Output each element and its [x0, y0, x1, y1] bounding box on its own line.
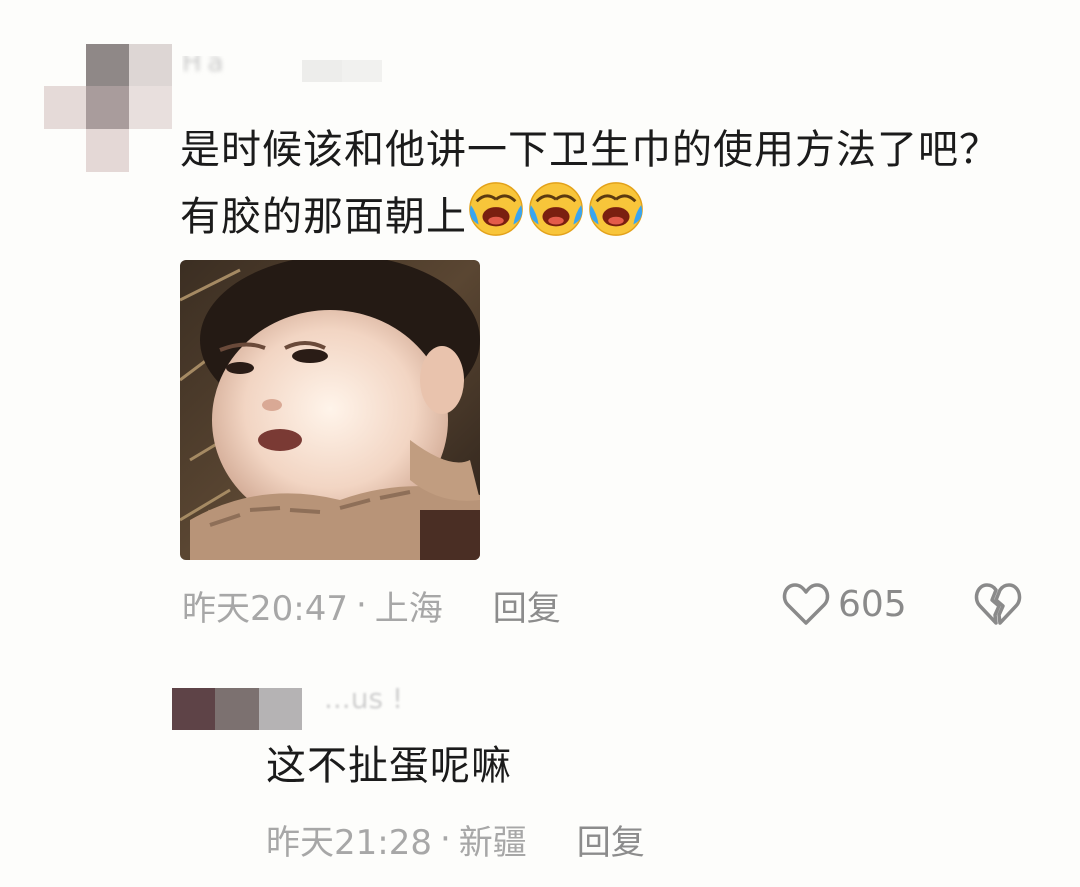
- reply-username[interactable]: ...us !: [302, 680, 412, 714]
- avatar-mosaic: [44, 44, 172, 172]
- laughing-crying-emoji-icon: [469, 182, 523, 236]
- comment-image[interactable]: [180, 260, 480, 560]
- avatar[interactable]: [44, 44, 172, 172]
- reply-meta: 昨天21:28 · 新疆 回复: [266, 814, 645, 864]
- dislike-button[interactable]: [974, 580, 1022, 628]
- reply-button[interactable]: 回复: [493, 581, 561, 630]
- reply-button[interactable]: 回复: [577, 815, 645, 864]
- comment-item: Ha 是时候该和他讲一下卫生巾的使用方法了吧？有胶的那面朝上 昨天20:47 ·…: [0, 0, 1080, 660]
- reply-time: 昨天21:28: [266, 822, 432, 863]
- username[interactable]: Ha: [182, 56, 392, 82]
- reply-avatar[interactable]: [172, 688, 302, 730]
- username-mosaic: [302, 60, 382, 82]
- crying-toddler-meme-image: [180, 260, 480, 560]
- emoji-row: [467, 180, 645, 238]
- reply-username-text: ...us !: [324, 682, 404, 714]
- like-button[interactable]: 605: [782, 578, 907, 630]
- reply-avatar-mosaic: [172, 688, 302, 730]
- broken-heart-icon: [974, 583, 1022, 625]
- laughing-crying-emoji-icon: [589, 182, 643, 236]
- laughing-crying-emoji-icon: [529, 182, 583, 236]
- comment-text: 是时候该和他讲一下卫生巾的使用方法了吧？有胶的那面朝上: [180, 120, 1020, 247]
- reply-location: 新疆: [458, 822, 527, 863]
- comment-location: 上海: [374, 588, 443, 629]
- meta-separator: ·: [439, 819, 451, 859]
- meta-separator: ·: [355, 585, 367, 625]
- like-count: 605: [838, 583, 907, 625]
- comment-meta: 昨天20:47 · 上海 回复: [182, 580, 561, 630]
- reply-text: 这不扯蛋呢嘛: [266, 743, 512, 789]
- heart-outline-icon: [782, 583, 830, 625]
- comment-time: 昨天20:47: [182, 588, 348, 629]
